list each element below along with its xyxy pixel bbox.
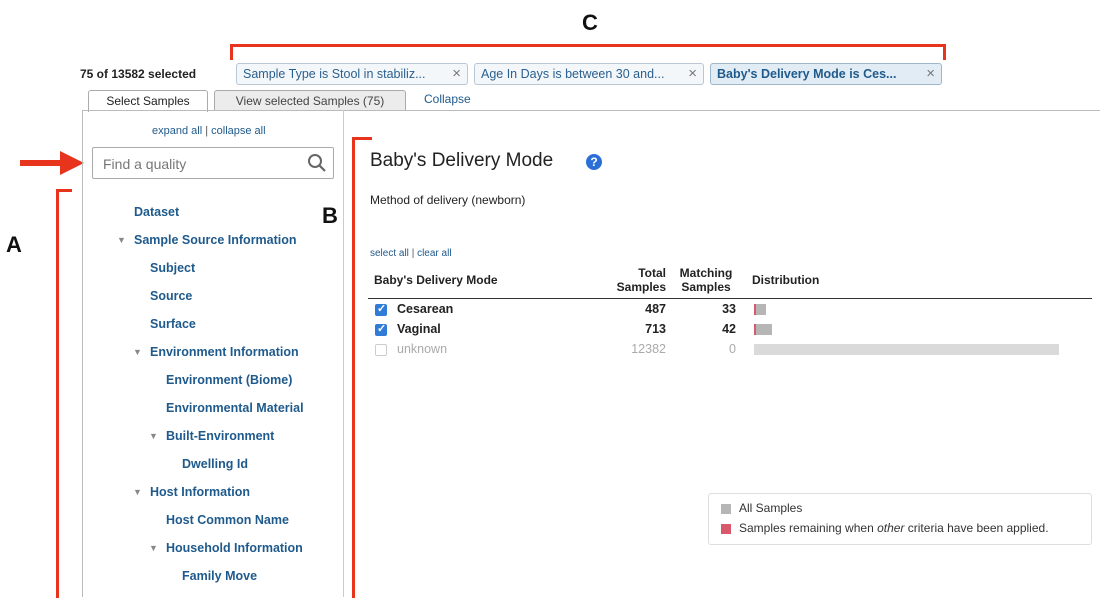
column-header-total: Total Samples xyxy=(600,266,666,294)
annotation-bracket-b xyxy=(352,137,355,598)
filter-chip-sample-type[interactable]: Sample Type is Stool in stabiliz... × xyxy=(236,63,468,85)
legend-swatch-remaining xyxy=(721,524,731,534)
legend-text: criteria have been applied. xyxy=(904,521,1049,535)
column-header-matching: Matching Samples xyxy=(674,266,738,294)
collapse-link[interactable]: Collapse xyxy=(424,92,471,106)
annotation-bracket-b-top xyxy=(352,137,372,140)
tree-item-surface[interactable]: Surface xyxy=(150,317,196,331)
search-input[interactable] xyxy=(101,154,305,174)
tree-item-dataset[interactable]: Dataset xyxy=(134,205,179,219)
separator: | xyxy=(205,125,209,137)
row-label-cesarean: Cesarean xyxy=(397,302,454,316)
search-icon[interactable] xyxy=(307,153,327,173)
table-header-rule xyxy=(368,298,1092,299)
caret-down-icon[interactable]: ▼ xyxy=(117,235,126,245)
annotation-letter-c: C xyxy=(582,10,598,35)
column-header-mode: Baby's Delivery Mode xyxy=(374,273,498,287)
header-line: Samples xyxy=(616,280,666,294)
checkbox-cesarean[interactable] xyxy=(375,302,387,316)
filter-chip-label: Age In Days is between 30 and... xyxy=(481,67,665,81)
row-label-unknown: unknown xyxy=(397,342,448,356)
matching-samples-unknown: 0 xyxy=(729,342,736,356)
matching-samples-cesarean: 33 xyxy=(722,302,736,316)
annotation-bracket-c-right xyxy=(943,44,946,60)
filter-chip-label: Sample Type is Stool in stabiliz... xyxy=(243,67,426,81)
filter-chip-label: Baby's Delivery Mode is Ces... xyxy=(717,67,897,81)
tab-view-selected-samples[interactable]: View selected Samples (75) xyxy=(214,90,406,111)
header-line: Matching xyxy=(679,266,733,280)
tree-item-dwelling-id[interactable]: Dwelling Id xyxy=(182,457,248,471)
tree-item-built-environment[interactable]: Built-Environment xyxy=(166,429,274,443)
total-samples-cesarean: 487 xyxy=(645,302,666,316)
annotation-bracket-a xyxy=(56,189,59,598)
row-label-vaginal: Vaginal xyxy=(397,322,441,336)
column-header-distribution: Distribution xyxy=(752,273,820,287)
legend-label-all: All Samples xyxy=(739,501,803,515)
distribution-bar-vaginal xyxy=(754,324,772,335)
tree-item-source[interactable]: Source xyxy=(150,289,192,303)
checkbox-vaginal[interactable] xyxy=(375,322,387,336)
annotation-bracket-c xyxy=(230,44,946,47)
tree-item-host-information[interactable]: Host Information xyxy=(150,485,250,499)
expand-collapse-links: expand all | collapse all xyxy=(152,125,266,137)
quality-title: Baby's Delivery Mode xyxy=(370,150,554,171)
annotation-bracket-c-left xyxy=(230,44,233,60)
close-icon[interactable]: × xyxy=(688,64,697,84)
tree-item-sample-source-information[interactable]: Sample Source Information xyxy=(134,233,297,247)
help-icon[interactable]: ? xyxy=(586,154,602,170)
distribution-match-bar-cesarean xyxy=(754,304,756,315)
tab-select-samples[interactable]: Select Samples xyxy=(88,90,208,112)
annotation-arrow-icon xyxy=(20,151,84,175)
tree-item-environment-information[interactable]: Environment Information xyxy=(150,345,299,359)
close-icon[interactable]: × xyxy=(452,64,461,84)
distribution-bar-unknown xyxy=(754,344,1059,355)
annotation-bracket-a-top xyxy=(56,189,72,192)
tree-item-household-information[interactable]: Household Information xyxy=(166,541,303,555)
caret-down-icon[interactable]: ▼ xyxy=(149,431,158,441)
collapse-all-link[interactable]: collapse all xyxy=(211,125,265,137)
checkbox-unknown[interactable] xyxy=(375,344,387,356)
tree-item-host-common-name[interactable]: Host Common Name xyxy=(166,513,289,527)
separator: | xyxy=(411,248,415,259)
select-clear-links: select all | clear all xyxy=(370,248,452,259)
caret-down-icon[interactable]: ▼ xyxy=(133,347,142,357)
clear-all-link[interactable]: clear all xyxy=(417,248,451,259)
total-samples-vaginal: 713 xyxy=(645,322,666,336)
search-box xyxy=(92,147,334,179)
filter-chip-age[interactable]: Age In Days is between 30 and... × xyxy=(474,63,704,85)
expand-all-link[interactable]: expand all xyxy=(152,125,202,137)
header-line: Samples xyxy=(681,280,731,294)
distribution-match-bar-vaginal xyxy=(754,324,756,335)
annotation-letter-a: A xyxy=(6,232,22,257)
filter-chip-delivery-mode[interactable]: Baby's Delivery Mode is Ces... × xyxy=(710,63,942,85)
caret-down-icon[interactable]: ▼ xyxy=(149,543,158,553)
select-all-link[interactable]: select all xyxy=(370,248,409,259)
header-line: Total xyxy=(638,266,666,280)
legend-text: Samples remaining when xyxy=(739,521,878,535)
tree-item-subject[interactable]: Subject xyxy=(150,261,195,275)
legend-label-remaining: Samples remaining when other criteria ha… xyxy=(739,521,1049,535)
caret-down-icon[interactable]: ▼ xyxy=(133,487,142,497)
tree-item-environmental-material[interactable]: Environmental Material xyxy=(166,401,304,415)
tree-item-environment-biome[interactable]: Environment (Biome) xyxy=(166,373,292,387)
distribution-legend: All Samples Samples remaining when other… xyxy=(708,493,1092,545)
legend-text-emphasis: other xyxy=(877,521,905,535)
tree-item-family-move[interactable]: Family Move xyxy=(182,569,257,583)
quality-description: Method of delivery (newborn) xyxy=(370,193,526,207)
close-icon[interactable]: × xyxy=(926,64,935,84)
selection-count: 75 of 13582 selected xyxy=(80,67,197,81)
matching-samples-vaginal: 42 xyxy=(722,322,736,336)
total-samples-unknown: 12382 xyxy=(631,342,666,356)
legend-swatch-all xyxy=(721,504,731,514)
